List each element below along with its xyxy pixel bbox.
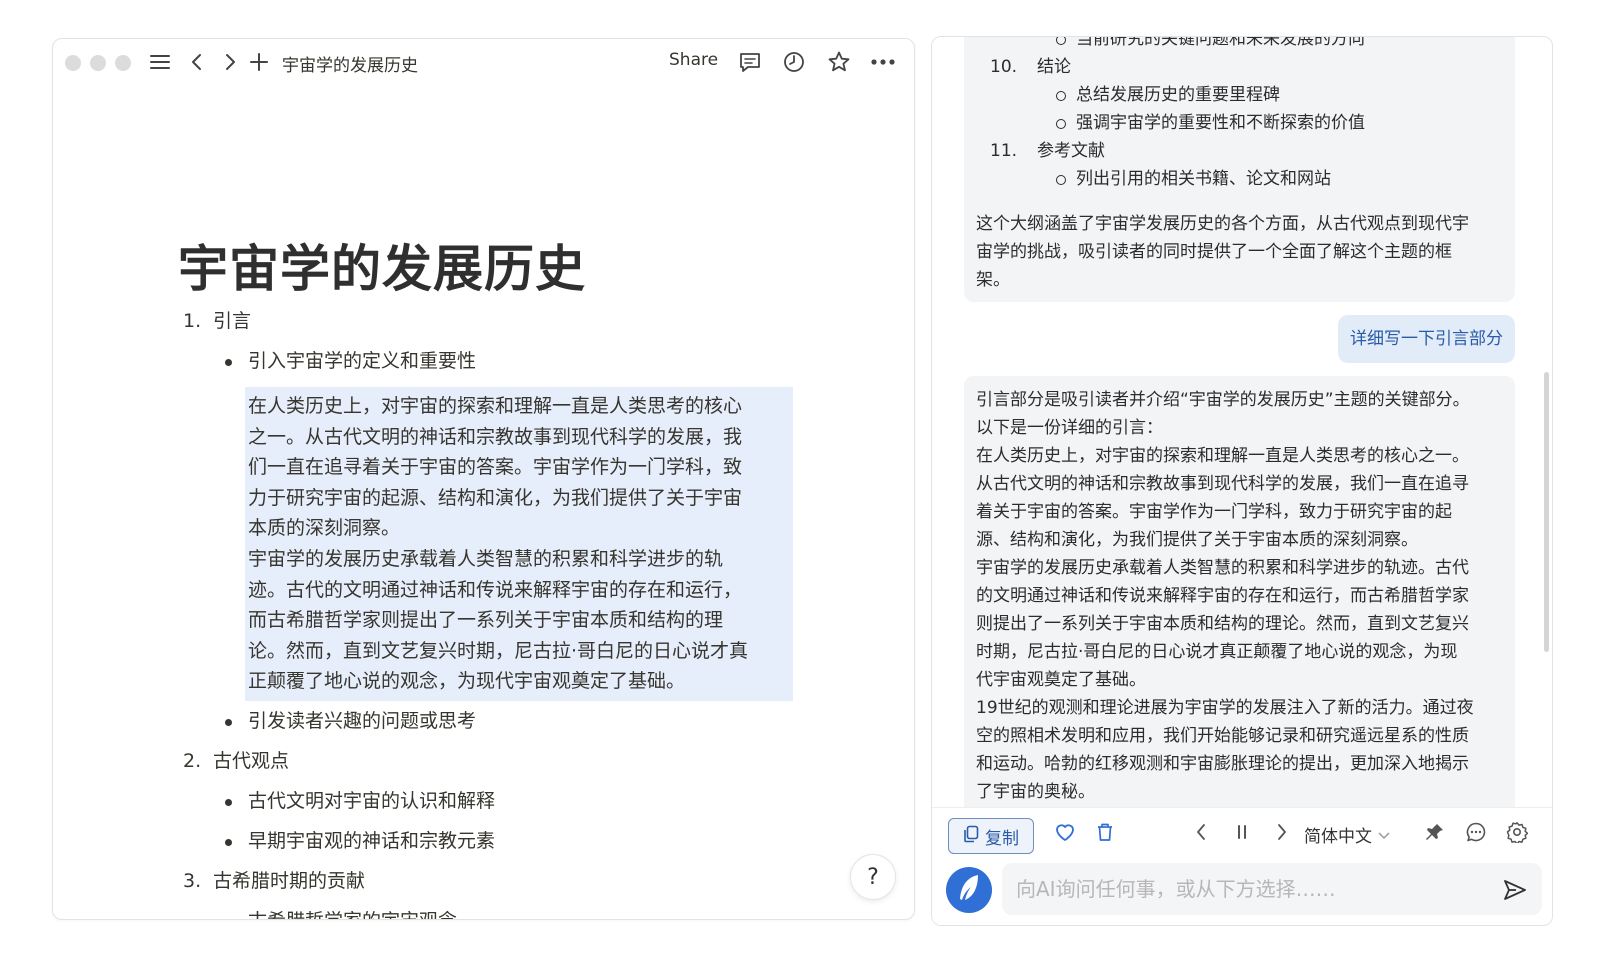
section-number: 1. <box>183 310 202 332</box>
document-window: 宇宙学的发展历史 Share 宇宙学的发展历史 1. 引言 引入宇宙学的定义和重… <box>52 38 915 920</box>
prev-icon[interactable] <box>1189 820 1213 844</box>
pause-icon[interactable] <box>1230 820 1254 844</box>
response-line: 和运动。哈勃的红移观测和宇宙膨胀理论的提出，更加深入地揭示 <box>976 754 1469 774</box>
outline-section[interactable]: 1. 引言 <box>173 307 813 347</box>
pin-icon[interactable] <box>1423 820 1447 844</box>
intro-line: 们一直在追寻着关于宇宙的答案。宇宙学作为一门学科，致 <box>248 456 743 479</box>
outline-subitem: 总结发展历史的重要里程碑 <box>976 81 1503 109</box>
page-tab-title[interactable]: 宇宙学的发展历史 <box>282 51 418 76</box>
response-line: 的文明通过神话和传说来解释宇宙的存在和运行，而古希腊哲学家 <box>976 586 1469 606</box>
response-line: 19世纪的观测和理论进展为宇宙学的发展注入了新的活力。通过夜 <box>976 698 1474 718</box>
forward-icon[interactable] <box>217 49 243 75</box>
intro-line: 而古希腊哲学家则提出了一系列关于宇宙本质和结构的理 <box>248 609 724 632</box>
outline-section[interactable]: 2. 古代观点 <box>173 747 813 787</box>
copy-button[interactable]: 复制 <box>948 818 1034 854</box>
summary-line: 宙学的挑战，吸引读者的同时提供了一个全面了解这个主题的框 <box>976 242 1452 262</box>
assistant-logo[interactable] <box>946 867 992 913</box>
outline-bullet[interactable]: 早期宇宙观的神话和宗教元素 <box>173 827 813 867</box>
outline-subitem: 当前研究的关键问题和未来发展的方向 <box>976 37 1503 53</box>
outline-subitem: 列出引用的相关书籍、论文和网站 <box>976 165 1503 193</box>
language-select[interactable]: 简体中文 <box>1304 822 1390 847</box>
menu-icon[interactable] <box>147 49 173 75</box>
outline-item: 11. 参考文献 <box>976 137 1503 165</box>
ai-summary: 这个大纲涵盖了宇宙学发展历史的各个方面，从古代观点到现代宇 宙学的挑战，吸引读者… <box>976 210 1503 294</box>
intro-line: 论。然而，直到文艺复兴时期，尼古拉·哥白尼的日心说才真 <box>248 639 749 662</box>
star-icon[interactable] <box>826 49 852 75</box>
response-line: 以下是一份详细的引言： <box>976 418 1163 438</box>
history-icon[interactable] <box>781 49 807 75</box>
intro-line: 力于研究宇宙的起源、结构和演化，为我们提供了关于宇宙 <box>248 486 743 509</box>
response-line: 源、结构和演化，为我们提供了关于宇宙本质的深刻洞察。 <box>976 530 1418 550</box>
summary-line: 架。 <box>976 270 1010 290</box>
chat-input-row <box>932 859 1552 925</box>
intro-line: 迹。古代的文明通过神话和传说来解释宇宙的存在和运行， <box>248 578 743 601</box>
response-line: 宇宙学的发展历史承载着人类智慧的积累和科学进步的轨迹。古代 <box>976 558 1469 578</box>
ask-ai-input[interactable] <box>1002 863 1542 915</box>
outline-item: 10. 结论 <box>976 53 1503 81</box>
outline-section[interactable]: 3. 古希腊时期的贡献 <box>173 867 813 907</box>
feather-icon <box>956 873 982 907</box>
copy-label: 复制 <box>985 828 1019 849</box>
chat-scrollbar[interactable] <box>1544 372 1549 652</box>
section-label: 古希腊时期的贡献 <box>213 869 366 892</box>
item-number: 11. <box>990 141 1018 161</box>
next-icon[interactable] <box>1270 820 1294 844</box>
section-number: 3. <box>183 869 202 892</box>
send-icon[interactable] <box>1502 877 1528 903</box>
help-button[interactable]: ? <box>850 854 896 900</box>
outline-bullet[interactable]: 古代文明对宇宙的认识和解释 <box>173 787 813 827</box>
chevron-down-icon <box>1378 825 1390 845</box>
share-button[interactable]: Share <box>669 50 718 70</box>
window-close-button[interactable] <box>65 55 81 71</box>
copy-icon <box>963 825 979 848</box>
intro-line: 本质的深刻洞察。 <box>248 517 401 540</box>
heart-icon[interactable] <box>1053 820 1077 844</box>
response-line: 代宇宙观奠定了基础。 <box>976 670 1146 690</box>
gear-icon[interactable] <box>1505 820 1529 844</box>
response-line: 时期，尼古拉·哥白尼的日心说才真正颠覆了地心说的观念，为现 <box>976 642 1458 662</box>
section-label: 引言 <box>213 310 252 332</box>
response-line: 则提出了一系列关于宇宙本质和结构的理论。然而，直到文艺复兴 <box>976 614 1469 634</box>
more-icon[interactable] <box>870 49 896 75</box>
message-action-bar: 复制 简体中文 <box>932 807 1552 857</box>
document-toolbar: 宇宙学的发展历史 Share <box>53 39 914 85</box>
outline-bullet[interactable]: 引发读者兴趣的问题或思考 <box>173 707 813 747</box>
back-icon[interactable] <box>184 49 210 75</box>
ai-chat-panel: 当前研究的关键问题和未来发展的方向 10. 结论 总结发展历史的重要里程碑 强调… <box>931 36 1553 926</box>
window-zoom-button[interactable] <box>115 55 131 71</box>
outline-bullet[interactable]: 引入宇宙学的定义和重要性 <box>173 347 813 387</box>
page-title: 宇宙学的发展历史 <box>178 240 586 298</box>
response-line: 引言部分是吸引读者并介绍“宇宙学的发展历史”主题的关键部分。 <box>976 390 1470 410</box>
response-line: 着关于宇宙的答案。宇宙学作为一门学科，致力于研究宇宙的起 <box>976 502 1452 522</box>
response-line: 从古代文明的神话和宗教故事到现代科学的发展，我们一直在追寻 <box>976 474 1469 494</box>
outline-subitem: 强调宇宙学的重要性和不断探索的价值 <box>976 109 1503 137</box>
comment-icon[interactable] <box>737 49 763 75</box>
intro-line: 之一。从古代文明的神话和宗教故事到现代科学的发展，我 <box>248 425 743 448</box>
window-minimize-button[interactable] <box>90 55 106 71</box>
selected-intro-text[interactable]: 在人类历史上，对宇宙的探索和理解一直是人类思考的核心 之一。从古代文明的神话和宗… <box>245 387 793 701</box>
plus-icon[interactable] <box>246 49 272 75</box>
response-line: 在人类历史上，对宇宙的探索和理解一直是人类思考的核心之一。 <box>976 446 1469 466</box>
intro-line: 在人类历史上，对宇宙的探索和理解一直是人类思考的核心 <box>248 395 743 417</box>
summary-line: 这个大纲涵盖了宇宙学发展历史的各个方面，从古代观点到现代宇 <box>976 214 1469 234</box>
item-number: 10. <box>990 57 1018 77</box>
intro-line: 宇宙学的发展历史承载着人类智慧的积累和科学进步的轨 <box>248 547 724 570</box>
response-line: 了宇宙的奥秘。 <box>976 782 1095 802</box>
chat-icon[interactable] <box>1464 820 1488 844</box>
user-message: 详细写一下引言部分 <box>1338 315 1515 363</box>
outline-bullet[interactable]: 古希腊哲学家的宇宙观念 <box>173 907 813 919</box>
section-number: 2. <box>183 749 202 772</box>
document-body: 1. 引言 引入宇宙学的定义和重要性 在人类历史上，对宇宙的探索和理解一直是人类… <box>173 307 813 919</box>
ai-message: 当前研究的关键问题和未来发展的方向 10. 结论 总结发展历史的重要里程碑 强调… <box>964 37 1515 302</box>
intro-line: 正颠覆了地心说的观念，为现代宇宙观奠定了基础。 <box>248 670 686 693</box>
response-line: 空的照相术发明和应用，我们开始能够记录和研究遥远星系的性质 <box>976 726 1469 746</box>
language-label: 简体中文 <box>1304 827 1372 847</box>
section-label: 古代观点 <box>213 749 290 772</box>
ai-message: 引言部分是吸引读者并介绍“宇宙学的发展历史”主题的关键部分。 以下是一份详细的引… <box>964 376 1515 816</box>
trash-icon[interactable] <box>1093 820 1117 844</box>
